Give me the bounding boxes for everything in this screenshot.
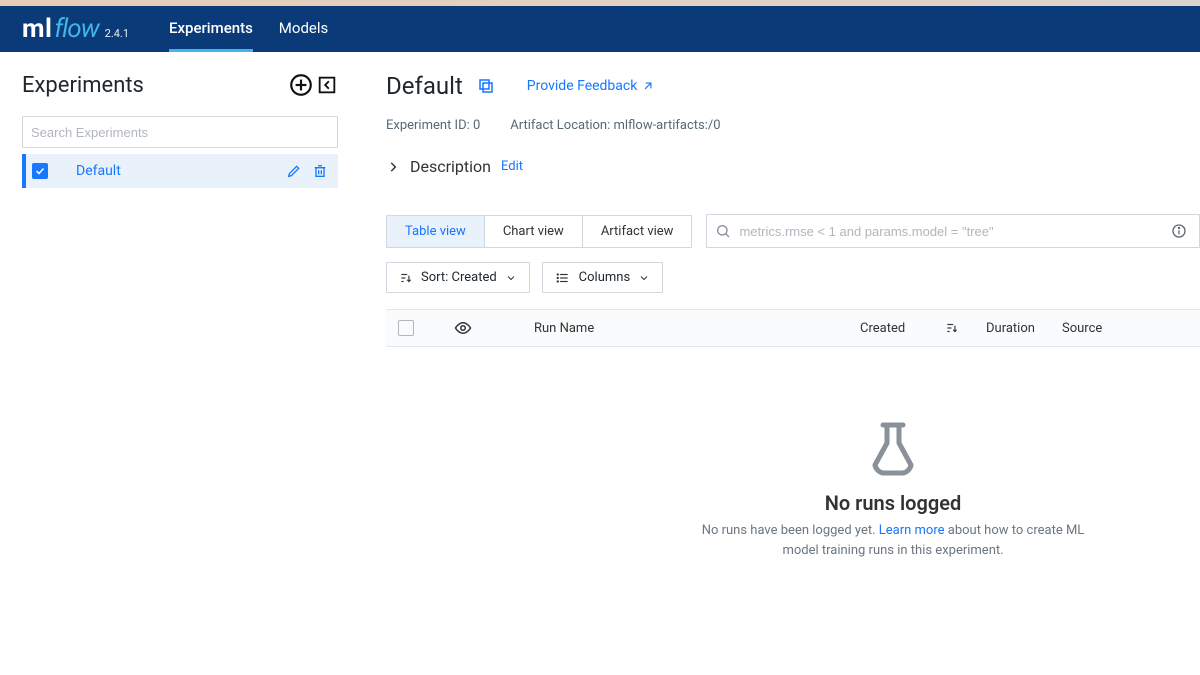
nav-experiments[interactable]: Experiments [169, 6, 253, 52]
sidebar-title: Experiments [22, 73, 144, 98]
logo-flow: flow [54, 14, 98, 44]
sidebar-item-default[interactable]: Default [22, 154, 338, 188]
page-title: Default [386, 72, 463, 100]
sort-label: Sort: Created [421, 270, 497, 285]
learn-more-link[interactable]: Learn more [879, 523, 945, 538]
sort-button[interactable]: Sort: Created [386, 262, 530, 293]
select-all-checkbox[interactable] [398, 320, 414, 336]
edit-experiment-button[interactable] [286, 163, 302, 179]
search-runs-input[interactable] [706, 214, 1200, 248]
provide-feedback-link[interactable]: Provide Feedback [527, 78, 656, 94]
empty-title: No runs logged [825, 491, 962, 515]
nav-models[interactable]: Models [279, 6, 328, 52]
main-content: Default Provide Feedback Experiment ID: … [360, 52, 1200, 675]
col-created[interactable]: Created [860, 321, 905, 336]
main-nav: Experiments Models [169, 6, 328, 52]
empty-subtitle: No runs have been logged yet. Learn more… [683, 521, 1103, 560]
columns-button[interactable]: Columns [542, 262, 664, 293]
sort-icon [399, 271, 413, 285]
tab-chart-view[interactable]: Chart view [485, 216, 583, 247]
tab-artifact-view[interactable]: Artifact view [583, 216, 692, 247]
list-icon [555, 271, 571, 285]
chevron-down-icon [505, 272, 517, 284]
search-experiments-input[interactable] [22, 116, 338, 148]
tab-table-view[interactable]: Table view [387, 216, 485, 247]
expand-description-button[interactable] [386, 160, 400, 174]
search-runs-field[interactable] [739, 224, 1167, 239]
sort-desc-icon[interactable] [945, 321, 959, 335]
experiment-id: Experiment ID: 0 [386, 118, 480, 133]
info-icon[interactable] [1167, 223, 1191, 239]
provide-feedback-label: Provide Feedback [527, 78, 638, 94]
sidebar: Experiments Default [0, 52, 360, 675]
search-icon [715, 223, 731, 239]
col-source[interactable]: Source [1062, 321, 1122, 336]
logo[interactable]: ml flow 2.4.1 [22, 14, 129, 44]
add-experiment-button[interactable] [288, 72, 314, 98]
description-label: Description [410, 157, 491, 176]
artifact-location: Artifact Location: mlflow-artifacts:/0 [510, 118, 720, 133]
delete-experiment-button[interactable] [312, 163, 328, 179]
logo-ml: ml [22, 14, 52, 44]
columns-label: Columns [579, 270, 631, 285]
checkbox-checked-icon[interactable] [32, 163, 48, 179]
empty-state: No runs logged No runs have been logged … [386, 417, 1200, 560]
edit-description-link[interactable]: Edit [501, 159, 523, 174]
table-header: Run Name Created Duration Source [386, 309, 1200, 347]
chevron-down-icon [638, 272, 650, 284]
header: ml flow 2.4.1 Experiments Models [0, 6, 1200, 52]
collapse-sidebar-button[interactable] [316, 72, 338, 98]
col-duration[interactable]: Duration [986, 321, 1046, 336]
copy-icon[interactable] [477, 77, 495, 95]
flask-icon [861, 417, 925, 481]
visibility-column-icon[interactable] [454, 319, 472, 337]
view-switcher: Table view Chart view Artifact view [386, 215, 692, 248]
col-run-name[interactable]: Run Name [534, 321, 844, 336]
search-experiments-field[interactable] [31, 125, 329, 140]
logo-version: 2.4.1 [105, 27, 129, 40]
sidebar-item-label: Default [76, 163, 286, 179]
